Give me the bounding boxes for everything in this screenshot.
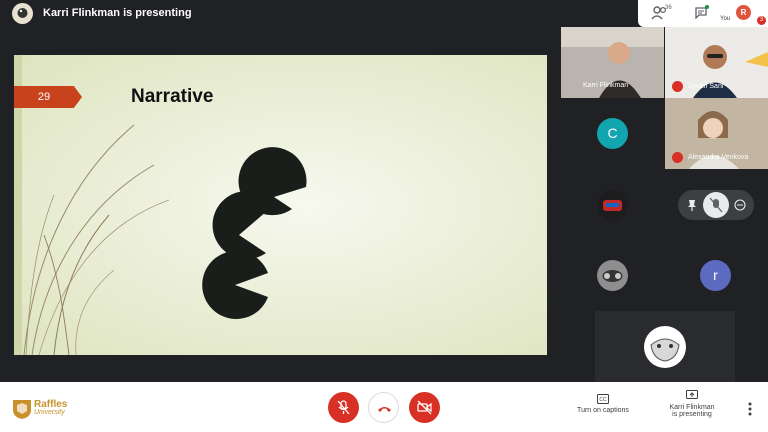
participant-name: Karri Flinkman [583,82,629,89]
presenting-status-button[interactable]: Karri Flinkman is presenting [660,390,724,418]
slide-title: Narrative [131,86,214,107]
chat-notification-dot [705,5,709,9]
slide-number-tag: 29 [14,86,82,108]
presenting-title: Karri Flinkman is presenting [43,7,192,19]
present-screen-icon [686,390,698,399]
muted-mic-icon [672,152,683,163]
top-right-panel: 36 R You 3 [638,0,768,27]
participant-name: Alexandra Venkova [688,154,749,161]
tile-hover-controls [678,190,754,220]
more-options-icon[interactable] [748,402,752,416]
presentation-slide: 29 Narrative [14,55,547,355]
muted-mic-icon [672,81,683,92]
participant-name: Syukri Sani [688,83,724,90]
mic-off-button[interactable] [328,392,359,423]
participant-avatar-r[interactable]: r [700,260,731,291]
captions-label: Turn on captions [577,407,629,414]
participant-avatar-c[interactable]: C [597,118,628,149]
turn-on-captions-button[interactable]: CC Turn on captions [570,394,636,414]
participant-tile-syukri[interactable]: Syukri Sani [665,27,768,98]
mic-off-icon [337,400,350,415]
presentation-stage: 29 Narrative [0,27,561,382]
bottom-controls-bar: Raffles University CC Turn on captions K… [0,382,768,432]
notification-badge: 3 [757,16,766,25]
participant-tile-karri[interactable]: Karri Flinkman [561,27,664,98]
participant-avatar-photo[interactable] [597,190,628,221]
presenting-line-1: Karri Flinkman [669,404,715,411]
presenting-line-2: is presenting [672,411,712,418]
camera-off-button[interactable] [409,392,440,423]
self-view-tile[interactable] [595,311,735,382]
self-avatar-drawing [644,326,686,368]
pin-icon [688,200,696,207]
top-bar: Karri Flinkman is presenting 36 R You 3 [0,0,768,27]
participant-avatar-photo[interactable] [597,260,628,291]
leave-call-button[interactable] [368,392,399,423]
camera-off-icon [417,400,432,415]
participant-tile-alexandra[interactable]: Alexandra Venkova [665,98,768,169]
presenter-avatar [12,3,33,24]
you-avatar[interactable]: R [736,5,751,20]
org-logo-sub: University [34,409,65,416]
end-call-icon [378,407,391,412]
pacman-illusion-figure [202,147,307,319]
participants-count: 36 [665,5,672,11]
you-label: You [720,16,731,22]
raffles-logo-icon [13,400,31,419]
svg-text:CC: CC [599,397,607,403]
participants-grid: Karri Flinkman Syukri Sani Alexandra Ven… [561,27,768,382]
captions-icon: CC [597,394,609,404]
